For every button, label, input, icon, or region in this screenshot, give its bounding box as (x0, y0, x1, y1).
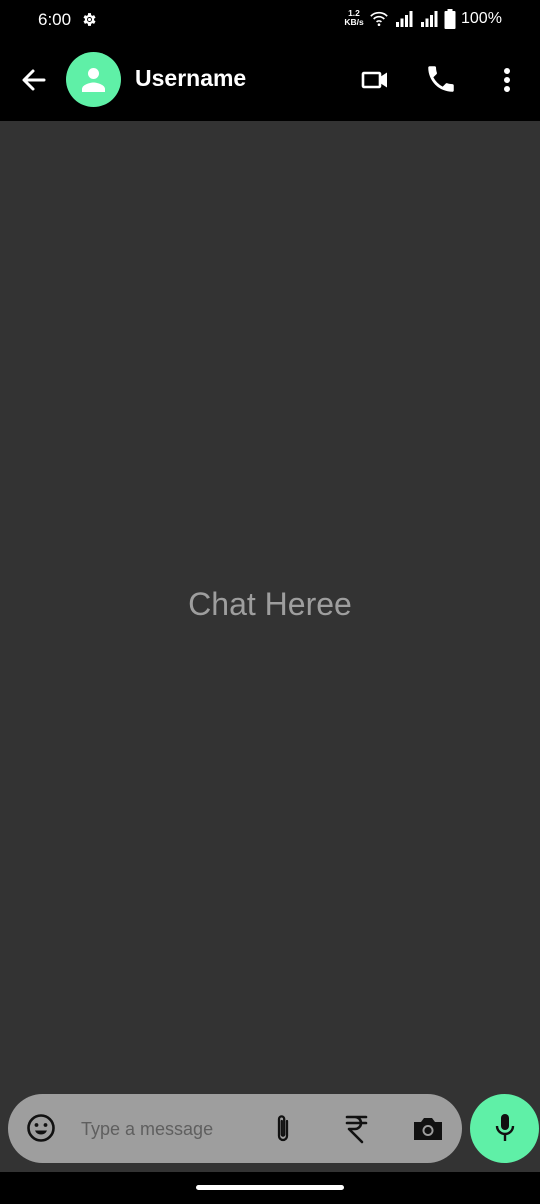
battery-icon (444, 9, 456, 29)
mic-icon (495, 1114, 515, 1141)
rupee-icon[interactable] (341, 1112, 371, 1146)
chat-placeholder: Chat Heree (188, 586, 352, 622)
phone-icon[interactable] (424, 62, 458, 96)
avatar[interactable] (66, 52, 121, 107)
signal-icon (396, 11, 413, 27)
battery-percent: 100% (461, 10, 502, 27)
status-time: 6:00 (38, 10, 72, 29)
network-speed-unit: KB/s (344, 17, 364, 27)
back-arrow-icon[interactable] (16, 62, 52, 98)
person-icon (82, 68, 105, 92)
message-composer (8, 1094, 462, 1163)
chat-screen: 6:00 1.2 KB/s 100% Username Chat Heree T… (0, 0, 540, 1204)
contact-name[interactable]: Username (135, 65, 246, 92)
message-input[interactable] (72, 1112, 271, 1146)
mic-button[interactable] (470, 1094, 539, 1163)
wifi-icon (370, 11, 388, 27)
network-speed: 1.2 KB/s (341, 9, 367, 27)
gear-icon (83, 13, 96, 26)
status-bar: 6:00 1.2 KB/s 100% (0, 0, 540, 40)
chat-header: Username (0, 40, 540, 121)
video-camera-icon[interactable] (358, 64, 392, 96)
attach-icon[interactable] (270, 1112, 296, 1146)
home-indicator[interactable] (196, 1185, 344, 1190)
message-list[interactable]: Chat Heree (0, 121, 540, 1172)
navigation-bar (0, 1172, 540, 1204)
more-vert-icon[interactable] (493, 62, 521, 98)
signal-icon (421, 11, 438, 27)
camera-icon[interactable] (410, 1112, 446, 1146)
emoji-icon[interactable] (26, 1113, 56, 1143)
